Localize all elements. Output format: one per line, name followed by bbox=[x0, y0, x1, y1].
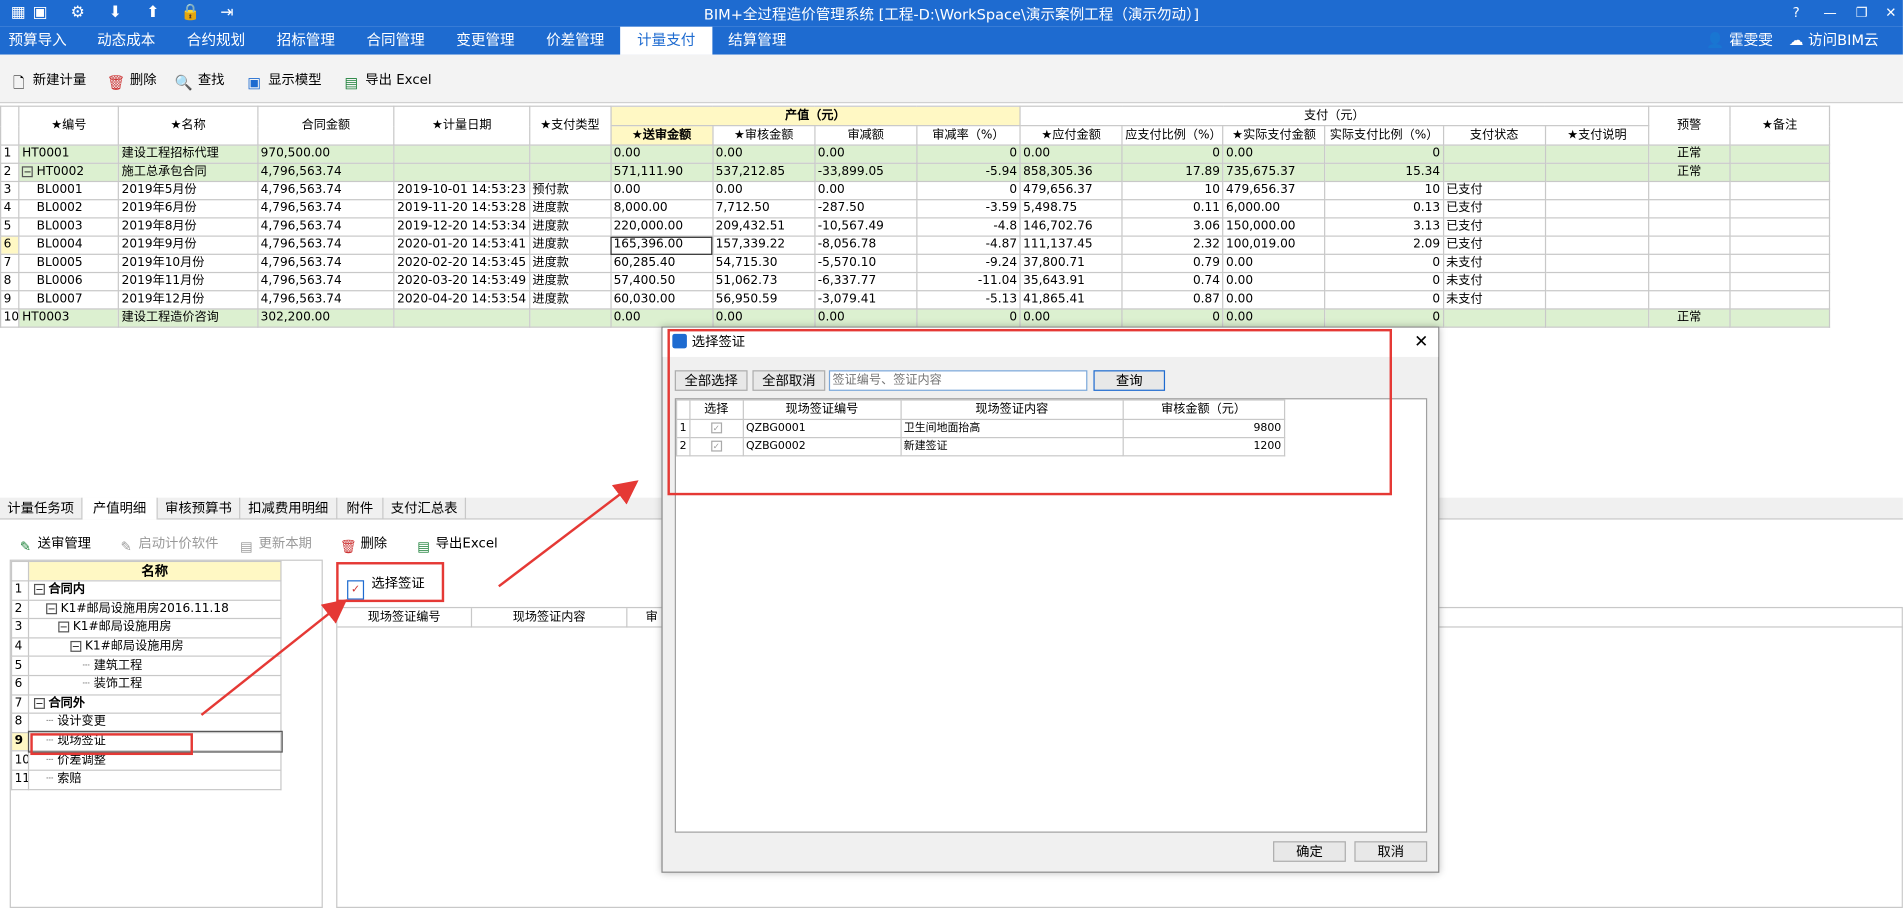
annotation-arrows bbox=[200, 480, 639, 716]
arrow-to-select-visa bbox=[200, 599, 348, 716]
arrow-to-dialog bbox=[498, 480, 639, 588]
